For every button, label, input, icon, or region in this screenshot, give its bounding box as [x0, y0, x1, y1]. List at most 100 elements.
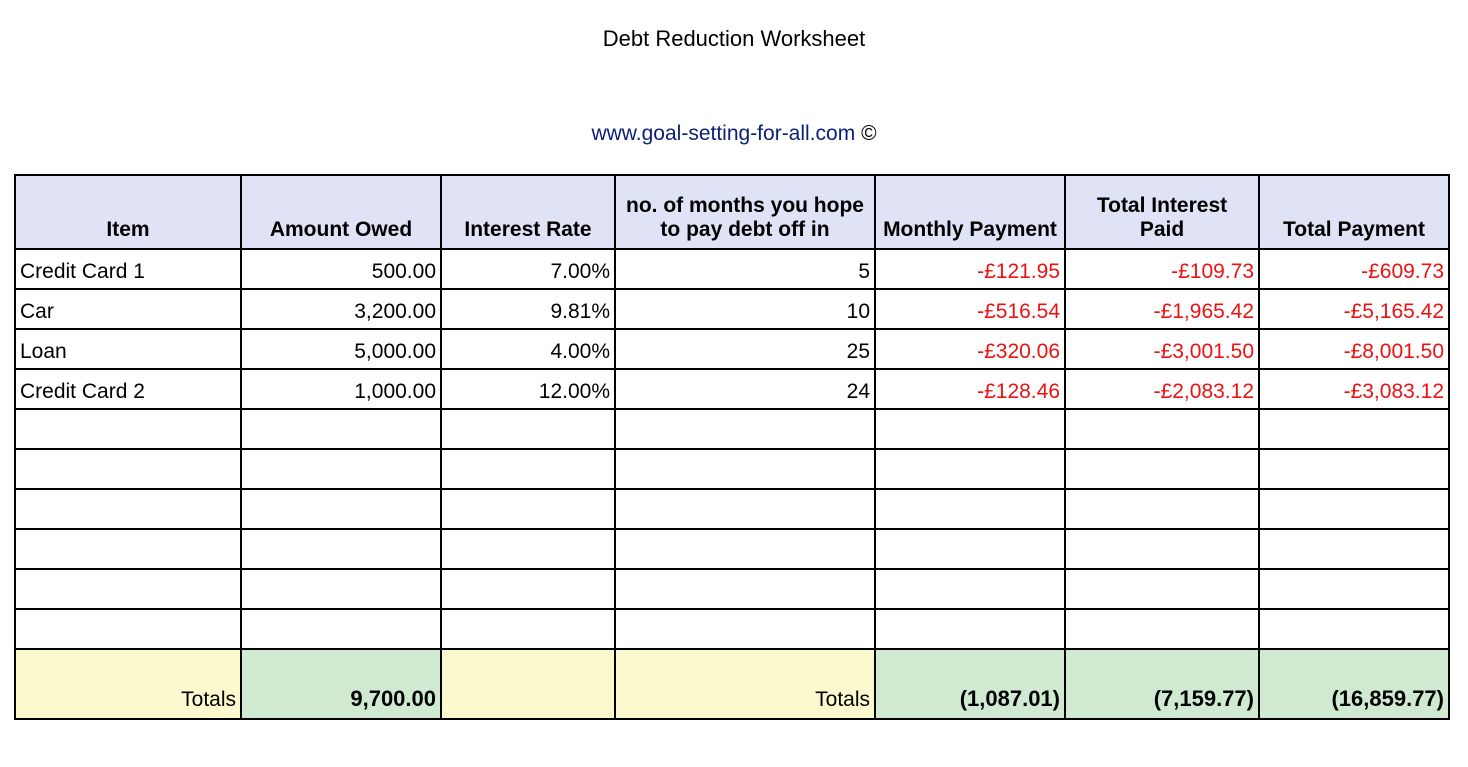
table-header: Item Amount Owed Interest Rate no. of mo…	[15, 175, 1449, 249]
cell-months[interactable]: 24	[615, 369, 875, 409]
cell-blank[interactable]	[241, 529, 441, 569]
totals-row: Totals9,700.00Totals(1,087.01)(7,159.77)…	[15, 649, 1449, 719]
totals-label-right: Totals	[615, 649, 875, 719]
cell-total-payment: -£3,083.12	[1259, 369, 1449, 409]
cell-total-interest: -£3,001.50	[1065, 329, 1259, 369]
cell-blank[interactable]	[1259, 529, 1449, 569]
cell-blank[interactable]	[615, 489, 875, 529]
col-total-payment: Total Payment	[1259, 175, 1449, 249]
cell-blank[interactable]	[241, 409, 441, 449]
cell-interest-rate[interactable]: 9.81%	[441, 289, 615, 329]
col-total-interest: Total Interest Paid	[1065, 175, 1259, 249]
totals-label-left: Totals	[15, 649, 241, 719]
cell-total-payment: -£8,001.50	[1259, 329, 1449, 369]
cell-blank[interactable]	[15, 569, 241, 609]
table-row-blank	[15, 449, 1449, 489]
table-row: Loan5,000.004.00%25-£320.06-£3,001.50-£8…	[15, 329, 1449, 369]
cell-blank[interactable]	[875, 529, 1065, 569]
table-body: Credit Card 1500.007.00%5-£121.95-£109.7…	[15, 249, 1449, 719]
cell-blank[interactable]	[241, 489, 441, 529]
cell-item[interactable]: Loan	[15, 329, 241, 369]
cell-blank[interactable]	[241, 449, 441, 489]
cell-blank[interactable]	[241, 569, 441, 609]
col-amount-owed: Amount Owed	[241, 175, 441, 249]
cell-blank[interactable]	[15, 529, 241, 569]
worksheet-page: Debt Reduction Worksheet www.goal-settin…	[0, 0, 1468, 740]
cell-total-interest: -£109.73	[1065, 249, 1259, 289]
col-item: Item	[15, 175, 241, 249]
cell-blank[interactable]	[615, 449, 875, 489]
cell-monthly-payment: -£320.06	[875, 329, 1065, 369]
cell-blank[interactable]	[441, 489, 615, 529]
col-months: no. of months you hope to pay debt off i…	[615, 175, 875, 249]
cell-monthly-payment: -£516.54	[875, 289, 1065, 329]
table-row-blank	[15, 409, 1449, 449]
source-link[interactable]: www.goal-setting-for-all.com	[591, 122, 855, 145]
cell-blank[interactable]	[1065, 529, 1259, 569]
table-row: Credit Card 21,000.0012.00%24-£128.46-£2…	[15, 369, 1449, 409]
cell-blank[interactable]	[875, 609, 1065, 649]
cell-total-interest: -£2,083.12	[1065, 369, 1259, 409]
cell-interest-rate[interactable]: 4.00%	[441, 329, 615, 369]
cell-blank[interactable]	[1065, 489, 1259, 529]
page-title: Debt Reduction Worksheet	[14, 26, 1454, 52]
cell-amount-owed[interactable]: 5,000.00	[241, 329, 441, 369]
cell-blank[interactable]	[615, 529, 875, 569]
cell-blank[interactable]	[441, 449, 615, 489]
cell-blank[interactable]	[1259, 569, 1449, 609]
cell-blank[interactable]	[1065, 449, 1259, 489]
cell-blank[interactable]	[1259, 449, 1449, 489]
cell-blank[interactable]	[441, 529, 615, 569]
cell-blank[interactable]	[441, 569, 615, 609]
cell-blank[interactable]	[15, 409, 241, 449]
copyright-mark: ©	[861, 122, 876, 145]
cell-blank[interactable]	[615, 569, 875, 609]
cell-amount-owed[interactable]: 1,000.00	[241, 369, 441, 409]
cell-blank[interactable]	[875, 489, 1065, 529]
cell-item[interactable]: Credit Card 1	[15, 249, 241, 289]
col-monthly-payment: Monthly Payment	[875, 175, 1065, 249]
cell-amount-owed[interactable]: 500.00	[241, 249, 441, 289]
cell-blank[interactable]	[875, 569, 1065, 609]
table-row-blank	[15, 569, 1449, 609]
cell-item[interactable]: Car	[15, 289, 241, 329]
cell-blank[interactable]	[1259, 609, 1449, 649]
cell-monthly-payment: -£128.46	[875, 369, 1065, 409]
cell-blank[interactable]	[875, 409, 1065, 449]
cell-interest-rate[interactable]: 12.00%	[441, 369, 615, 409]
cell-interest-rate[interactable]: 7.00%	[441, 249, 615, 289]
cell-months[interactable]: 5	[615, 249, 875, 289]
cell-blank[interactable]	[1259, 409, 1449, 449]
cell-blank[interactable]	[1065, 609, 1259, 649]
cell-blank[interactable]	[1065, 409, 1259, 449]
cell-total-payment: -£5,165.42	[1259, 289, 1449, 329]
cell-total-interest: -£1,965.42	[1065, 289, 1259, 329]
cell-blank[interactable]	[1065, 569, 1259, 609]
cell-months[interactable]: 10	[615, 289, 875, 329]
source-line: www.goal-setting-for-all.com ©	[14, 122, 1454, 146]
debt-table: Item Amount Owed Interest Rate no. of mo…	[14, 174, 1450, 720]
cell-blank[interactable]	[15, 489, 241, 529]
cell-monthly-payment: -£121.95	[875, 249, 1065, 289]
cell-months[interactable]: 25	[615, 329, 875, 369]
table-row-blank	[15, 489, 1449, 529]
col-interest-rate: Interest Rate	[441, 175, 615, 249]
cell-item[interactable]: Credit Card 2	[15, 369, 241, 409]
table-row-blank	[15, 609, 1449, 649]
cell-blank[interactable]	[241, 609, 441, 649]
totals-blank	[441, 649, 615, 719]
totals-interest: (7,159.77)	[1065, 649, 1259, 719]
cell-blank[interactable]	[615, 409, 875, 449]
cell-blank[interactable]	[15, 449, 241, 489]
table-row: Car3,200.009.81%10-£516.54-£1,965.42-£5,…	[15, 289, 1449, 329]
totals-monthly: (1,087.01)	[875, 649, 1065, 719]
cell-blank[interactable]	[1259, 489, 1449, 529]
cell-blank[interactable]	[441, 609, 615, 649]
cell-amount-owed[interactable]: 3,200.00	[241, 289, 441, 329]
cell-blank[interactable]	[875, 449, 1065, 489]
cell-blank[interactable]	[441, 409, 615, 449]
cell-blank[interactable]	[15, 609, 241, 649]
table-row-blank	[15, 529, 1449, 569]
cell-total-payment: -£609.73	[1259, 249, 1449, 289]
cell-blank[interactable]	[615, 609, 875, 649]
